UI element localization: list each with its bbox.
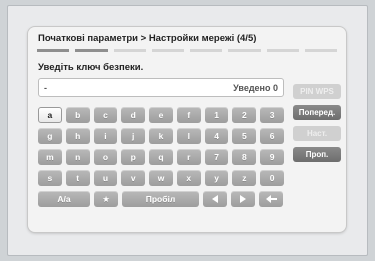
key-5[interactable]: 5 <box>232 128 257 144</box>
keyboard-row: a b c d e f 1 2 3 <box>38 107 285 123</box>
key-r[interactable]: r <box>176 149 201 165</box>
progress-segment <box>151 49 184 52</box>
key-7[interactable]: 7 <box>204 149 229 165</box>
key-w[interactable]: w <box>149 170 173 186</box>
key-t[interactable]: t <box>65 170 90 186</box>
key-y[interactable]: y <box>204 170 229 186</box>
cursor-left-key[interactable] <box>203 191 227 207</box>
key-g[interactable]: g <box>38 128 62 144</box>
key-h[interactable]: h <box>65 128 90 144</box>
keyboard-row: g h i j k l 4 5 6 <box>38 128 285 144</box>
progress-segment <box>228 49 261 52</box>
key-v[interactable]: v <box>121 170 146 186</box>
progress-segment <box>75 49 108 52</box>
keyboard-row: A/a ★ Пробіл <box>38 191 284 207</box>
key-o[interactable]: o <box>93 149 118 165</box>
key-6[interactable]: 6 <box>260 128 285 144</box>
key-2[interactable]: 2 <box>232 107 257 123</box>
key-1[interactable]: 1 <box>204 107 229 123</box>
key-p[interactable]: p <box>121 149 146 165</box>
left-arrow-icon <box>212 195 218 203</box>
key-x[interactable]: x <box>176 170 201 186</box>
key-n[interactable]: n <box>65 149 90 165</box>
entered-counter: Уведено 0 <box>233 82 278 93</box>
input-value: - <box>44 82 47 93</box>
key-u[interactable]: u <box>93 170 118 186</box>
key-0[interactable]: 0 <box>260 170 285 186</box>
backspace-key[interactable] <box>259 191 283 207</box>
key-f[interactable]: f <box>176 107 201 123</box>
dialog-title: Початкові параметри > Настройки мережі (… <box>38 33 257 44</box>
progress-segment <box>304 49 337 52</box>
progress-segment <box>37 49 70 52</box>
key-e[interactable]: e <box>149 107 173 123</box>
key-9[interactable]: 9 <box>260 149 285 165</box>
key-z[interactable]: z <box>232 170 257 186</box>
key-c[interactable]: c <box>93 107 118 123</box>
security-key-input[interactable]: - Уведено 0 <box>38 78 284 97</box>
progress-segment <box>190 49 223 52</box>
next-button[interactable]: Наст. <box>293 126 341 141</box>
cursor-right-key[interactable] <box>231 191 255 207</box>
network-setup-dialog: Початкові параметри > Настройки мережі (… <box>28 27 346 232</box>
backspace-icon <box>265 195 277 203</box>
key-j[interactable]: j <box>121 128 146 144</box>
pin-wps-button[interactable]: PIN WPS <box>293 84 341 99</box>
key-3[interactable]: 3 <box>260 107 285 123</box>
on-screen-keyboard: a b c d e f 1 2 3 g h i j k l 4 5 6 m n … <box>38 107 285 212</box>
key-b[interactable]: b <box>65 107 90 123</box>
key-s[interactable]: s <box>38 170 62 186</box>
key-d[interactable]: d <box>121 107 146 123</box>
key-l[interactable]: l <box>176 128 201 144</box>
progress-segment <box>113 49 146 52</box>
previous-button[interactable]: Поперед. <box>293 105 341 120</box>
key-i[interactable]: i <box>93 128 118 144</box>
key-8[interactable]: 8 <box>232 149 257 165</box>
step-progress <box>37 49 337 52</box>
right-arrow-icon <box>240 195 246 203</box>
keyboard-row: s t u v w x y z 0 <box>38 170 285 186</box>
space-key[interactable]: Пробіл <box>122 191 199 207</box>
keyboard-row: m n o p q r 7 8 9 <box>38 149 285 165</box>
progress-segment <box>266 49 299 52</box>
key-a[interactable]: a <box>38 107 62 123</box>
star-key[interactable]: ★ <box>94 191 118 207</box>
case-toggle-key[interactable]: A/a <box>38 191 90 207</box>
security-key-prompt: Уведіть ключ безпеки. <box>38 62 144 73</box>
key-m[interactable]: m <box>38 149 62 165</box>
key-4[interactable]: 4 <box>204 128 229 144</box>
skip-button[interactable]: Проп. <box>293 147 341 162</box>
side-button-column: PIN WPS Поперед. Наст. Проп. <box>293 84 341 162</box>
key-k[interactable]: k <box>149 128 173 144</box>
key-q[interactable]: q <box>149 149 173 165</box>
